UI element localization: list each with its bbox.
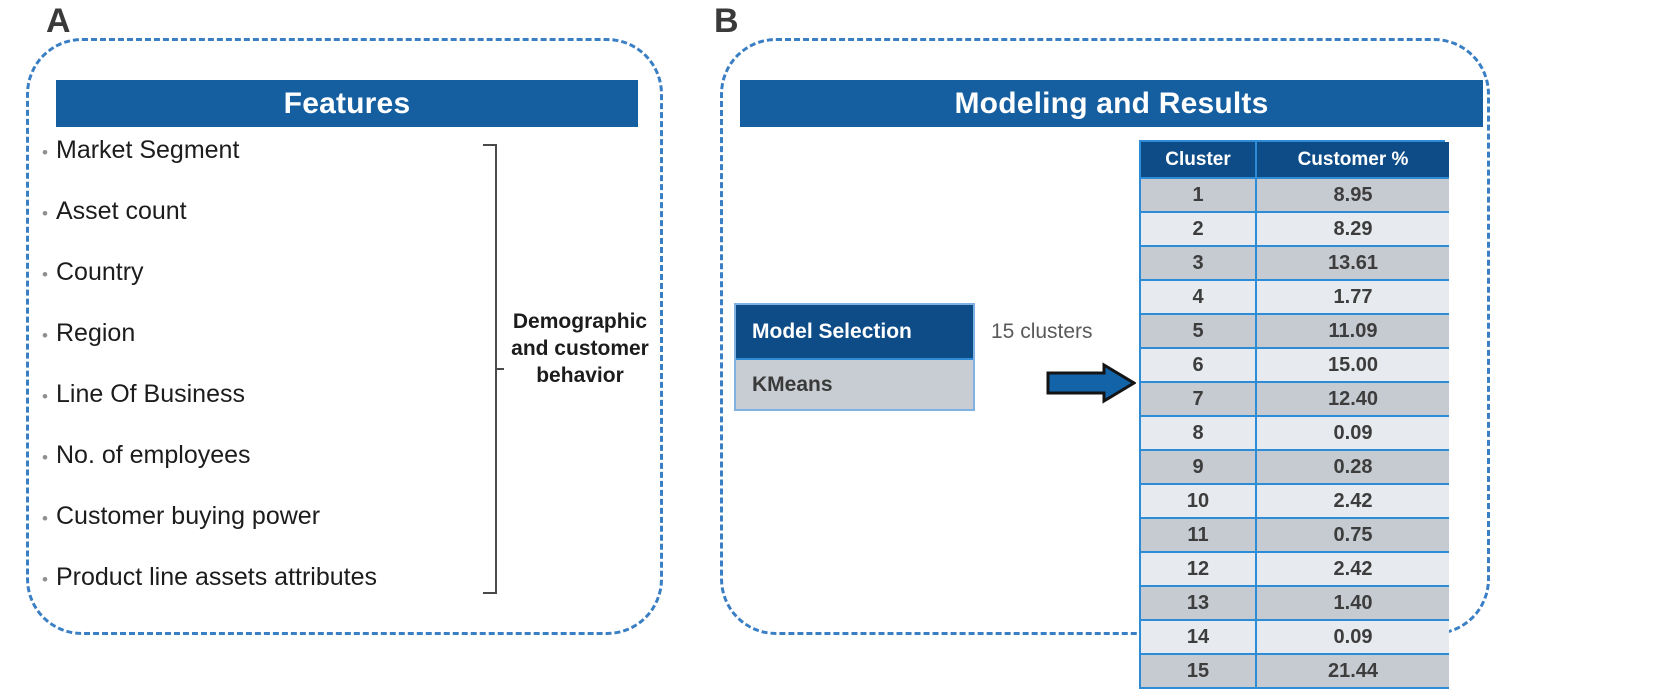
grouping-bracket (483, 144, 497, 594)
table-row: 8 0.09 (1141, 417, 1449, 451)
table-row: 1 8.95 (1141, 179, 1449, 213)
results-table-frame: Cluster Customer % 1 8.95 2 8.29 3 13.61 4 1.77… (1139, 140, 1449, 689)
features-header-bar: Features (56, 80, 638, 127)
column-header-cluster: Cluster (1141, 142, 1257, 179)
panel-label-b: B (714, 2, 739, 40)
table-row: 15 21.44 (1141, 655, 1449, 689)
cell-customer-pct: 2.42 (1257, 485, 1449, 519)
cell-cluster: 7 (1141, 383, 1257, 417)
cell-cluster: 14 (1141, 621, 1257, 655)
feature-label: Asset count (56, 197, 187, 225)
model-selection-box: Model Selection KMeans (734, 303, 975, 411)
cell-cluster: 13 (1141, 587, 1257, 621)
cell-customer-pct: 1.77 (1257, 281, 1449, 315)
list-item: • Market Segment (42, 136, 482, 197)
table-row: 7 12.40 (1141, 383, 1449, 417)
list-item: • Asset count (42, 197, 482, 258)
cell-cluster: 2 (1141, 213, 1257, 247)
cell-cluster: 1 (1141, 179, 1257, 213)
cell-cluster: 15 (1141, 655, 1257, 689)
cell-cluster: 6 (1141, 349, 1257, 383)
cell-customer-pct: 0.75 (1257, 519, 1449, 553)
feature-label: Region (56, 319, 136, 347)
cell-cluster: 11 (1141, 519, 1257, 553)
feature-label: Product line assets attributes (56, 563, 377, 591)
bullet-icon: • (42, 509, 48, 528)
feature-label: Market Segment (56, 136, 240, 164)
cell-customer-pct: 21.44 (1257, 655, 1449, 689)
list-item: • Customer buying power (42, 502, 482, 563)
table-row: 5 11.09 (1141, 315, 1449, 349)
feature-list: • Market Segment • Asset count • Country… (42, 136, 482, 624)
cell-customer-pct: 0.09 (1257, 621, 1449, 655)
cell-customer-pct: 12.40 (1257, 383, 1449, 417)
table-row: 11 0.75 (1141, 519, 1449, 553)
table-row: 2 8.29 (1141, 213, 1449, 247)
cell-customer-pct: 13.61 (1257, 247, 1449, 281)
cell-customer-pct: 0.09 (1257, 417, 1449, 451)
modeling-header-bar: Modeling and Results (740, 80, 1483, 127)
table-row: 6 15.00 (1141, 349, 1449, 383)
list-item: • Line Of Business (42, 380, 482, 441)
cell-customer-pct: 8.95 (1257, 179, 1449, 213)
table-row: 9 0.28 (1141, 451, 1449, 485)
cell-customer-pct: 11.09 (1257, 315, 1449, 349)
cell-customer-pct: 15.00 (1257, 349, 1449, 383)
table-row: 13 1.40 (1141, 587, 1449, 621)
arrow-label: 15 clusters (991, 320, 1093, 343)
cell-cluster: 10 (1141, 485, 1257, 519)
model-selection-value: KMeans (736, 360, 973, 409)
table-header-row: Cluster Customer % (1141, 142, 1449, 179)
feature-label: Customer buying power (56, 502, 321, 530)
cell-customer-pct: 2.42 (1257, 553, 1449, 587)
bullet-icon: • (42, 448, 48, 467)
table-row: 3 13.61 (1141, 247, 1449, 281)
bullet-icon: • (42, 570, 48, 589)
table-row: 12 2.42 (1141, 553, 1449, 587)
cell-cluster: 3 (1141, 247, 1257, 281)
cell-cluster: 8 (1141, 417, 1257, 451)
table-row: 10 2.42 (1141, 485, 1449, 519)
panel-label-a: A (46, 2, 71, 40)
cell-customer-pct: 8.29 (1257, 213, 1449, 247)
table-row: 14 0.09 (1141, 621, 1449, 655)
list-item: • Region (42, 319, 482, 380)
cell-customer-pct: 1.40 (1257, 587, 1449, 621)
cell-customer-pct: 0.28 (1257, 451, 1449, 485)
model-selection-title: Model Selection (736, 305, 973, 360)
results-table: Cluster Customer % 1 8.95 2 8.29 3 13.61 4 1.77… (1141, 142, 1449, 689)
list-item: • No. of employees (42, 441, 482, 502)
cell-cluster: 4 (1141, 281, 1257, 315)
bullet-icon: • (42, 265, 48, 284)
table-row: 4 1.77 (1141, 281, 1449, 315)
feature-label: Country (56, 258, 144, 286)
bullet-icon: • (42, 204, 48, 223)
cell-cluster: 9 (1141, 451, 1257, 485)
bullet-icon: • (42, 143, 48, 162)
grouping-bracket-caption: Demographic and customer behavior (511, 310, 649, 387)
column-header-customer-pct: Customer % (1257, 142, 1449, 179)
bullet-icon: • (42, 387, 48, 406)
feature-label: Line Of Business (56, 380, 245, 408)
flow-arrow-icon (1046, 362, 1136, 404)
bullet-icon: • (42, 326, 48, 345)
list-item: • Country (42, 258, 482, 319)
feature-label: No. of employees (56, 441, 251, 469)
list-item: • Product line assets attributes (42, 563, 482, 624)
cell-cluster: 5 (1141, 315, 1257, 349)
cell-cluster: 12 (1141, 553, 1257, 587)
